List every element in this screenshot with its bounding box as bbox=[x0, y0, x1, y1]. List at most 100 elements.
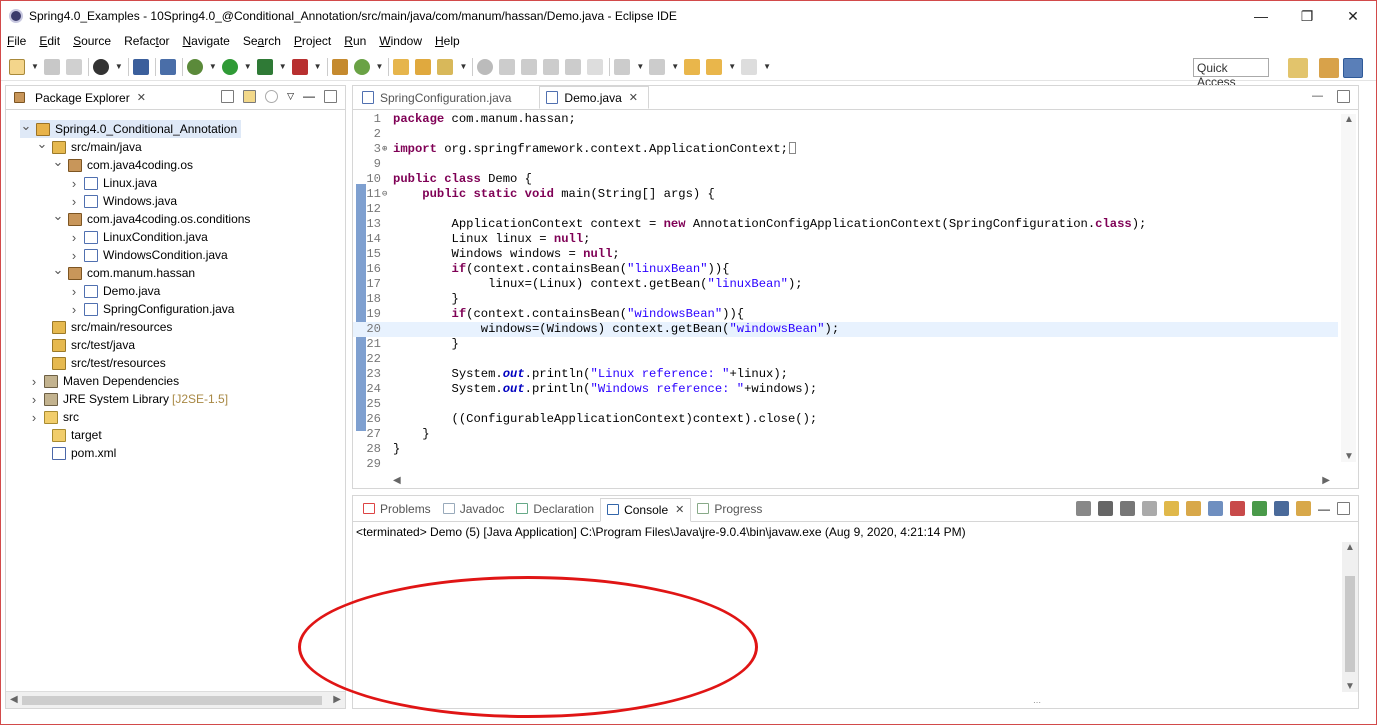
scrollbar-thumb[interactable] bbox=[1345, 576, 1355, 672]
chevron-down-icon[interactable]: ⌄ bbox=[20, 118, 32, 134]
menu-source[interactable]: Source bbox=[73, 34, 111, 48]
minimize-view-icon[interactable]: — bbox=[303, 89, 315, 103]
scroll-left-icon[interactable]: ◀ bbox=[10, 694, 18, 705]
show-console-stderr-icon[interactable] bbox=[1230, 501, 1245, 516]
tree-item[interactable]: › JRE System Library [J2SE-1.5] bbox=[28, 390, 228, 408]
filter-icon[interactable] bbox=[265, 89, 279, 103]
new-class-dropdown-icon[interactable]: ▼ bbox=[376, 62, 384, 71]
open-console-icon[interactable] bbox=[1296, 501, 1311, 516]
chevron-down-icon[interactable]: ⌄ bbox=[52, 154, 64, 170]
code-line[interactable]: 9 bbox=[353, 157, 1338, 172]
tree-item[interactable]: › Maven Dependencies bbox=[28, 372, 179, 390]
code-line[interactable]: 14 Linux linux = null; bbox=[353, 232, 1338, 247]
horizontal-scrollbar[interactable]: ◀ ▶ bbox=[6, 691, 345, 708]
open-task-icon[interactable] bbox=[415, 58, 432, 75]
code-line[interactable]: 23 System.out.println("Linux reference: … bbox=[353, 367, 1338, 382]
scrollbar-thumb[interactable] bbox=[22, 696, 322, 705]
minimize-console-icon[interactable]: — bbox=[1318, 502, 1330, 516]
maximize-console-icon[interactable] bbox=[1337, 502, 1350, 515]
pin-console-icon[interactable] bbox=[1252, 501, 1267, 516]
terminal-dropdown-icon[interactable]: ▼ bbox=[115, 62, 123, 71]
coverage-dropdown-icon[interactable]: ▼ bbox=[279, 62, 287, 71]
code-line[interactable]: 21 } bbox=[353, 337, 1338, 352]
previous-annotation-icon[interactable] bbox=[649, 58, 666, 75]
tree-item[interactable]: › SpringConfiguration.java bbox=[68, 300, 235, 318]
remove-launch-icon[interactable] bbox=[1098, 501, 1113, 516]
console-horizontal-scrollbar[interactable]: ⋯ bbox=[353, 695, 1358, 708]
java-perspective-icon[interactable] bbox=[1343, 58, 1363, 78]
forward-icon[interactable] bbox=[741, 58, 758, 75]
code-line[interactable]: 3 ⊕ import org.springframework.context.App… bbox=[353, 142, 1338, 157]
code-line[interactable]: 28} bbox=[353, 442, 1338, 457]
scroll-up-icon[interactable]: ▲ bbox=[1345, 542, 1355, 553]
code-line[interactable]: 1 package com.manum.hassan; bbox=[353, 112, 1338, 127]
menu-file[interactable]: File bbox=[7, 34, 26, 48]
chevron-right-icon[interactable]: › bbox=[68, 176, 80, 191]
menu-refactor[interactable]: Refactor bbox=[124, 34, 169, 48]
tree-item[interactable]: src/main/resources bbox=[36, 318, 172, 336]
code-line[interactable]: 17 linux=(Linux) context.getBean("linuxB… bbox=[353, 277, 1338, 292]
show-console-stdout-icon[interactable] bbox=[1208, 501, 1223, 516]
paragraph-icon[interactable] bbox=[587, 58, 604, 75]
code-line[interactable]: 26 ((ConfigurableApplicationContext)cont… bbox=[353, 412, 1338, 427]
new-file-icon[interactable] bbox=[9, 58, 25, 75]
debug-dropdown-icon[interactable]: ▼ bbox=[209, 62, 217, 71]
code-line[interactable]: 22 bbox=[353, 352, 1338, 367]
editor-tab[interactable]: Demo.java ✕ bbox=[539, 86, 649, 109]
view-menu-icon[interactable]: ▽ bbox=[287, 91, 294, 102]
code-line[interactable]: 13 ApplicationContext context = new Anno… bbox=[353, 217, 1338, 232]
menu-project[interactable]: Project bbox=[294, 34, 331, 48]
code-line[interactable]: 25 bbox=[353, 397, 1338, 412]
forward-dropdown-icon[interactable]: ▼ bbox=[763, 62, 771, 71]
tab-problems[interactable]: Problems bbox=[357, 497, 437, 521]
expand-fold-icon[interactable]: ⊕ bbox=[382, 142, 391, 157]
code-line[interactable]: 2 bbox=[353, 127, 1338, 142]
minimize-editor-icon[interactable]: — bbox=[1312, 90, 1323, 103]
tree-item[interactable]: › src bbox=[28, 408, 79, 426]
tab-console[interactable]: Console ✕ bbox=[600, 497, 692, 522]
code-area[interactable]: 1 package com.manum.hassan; 2 3 ⊕ import org.… bbox=[353, 112, 1338, 477]
back-icon[interactable] bbox=[706, 58, 723, 75]
tree-item[interactable]: › Windows.java bbox=[68, 192, 177, 210]
code-line[interactable]: 24 System.out.println("Windows reference… bbox=[353, 382, 1338, 397]
tree-item[interactable]: › LinuxCondition.java bbox=[68, 228, 208, 246]
code-line[interactable]: 19 if(context.containsBean("windowsBean"… bbox=[353, 307, 1338, 322]
tree-item[interactable]: ⌄ com.manum.hassan bbox=[52, 262, 196, 282]
tree-item[interactable]: › WindowsCondition.java bbox=[68, 246, 228, 264]
code-line[interactable]: 16 if(context.containsBean("linuxBean"))… bbox=[353, 262, 1338, 277]
last-edit-location-icon[interactable] bbox=[684, 58, 701, 75]
maximize-editor-icon[interactable] bbox=[1337, 90, 1350, 103]
run-dropdown-icon[interactable]: ▼ bbox=[244, 62, 252, 71]
console-icon[interactable] bbox=[132, 58, 149, 75]
scroll-right-icon[interactable]: ▶ bbox=[1322, 475, 1330, 486]
editor-tab[interactable]: SpringConfiguration.java bbox=[356, 86, 521, 109]
open-type-icon[interactable] bbox=[393, 58, 410, 75]
terminate-icon[interactable] bbox=[1076, 501, 1091, 516]
chevron-right-icon[interactable]: › bbox=[68, 284, 80, 299]
chevron-right-icon[interactable]: › bbox=[28, 410, 40, 425]
tree-item[interactable]: src/test/resources bbox=[36, 354, 166, 372]
menu-search[interactable]: Search bbox=[243, 34, 281, 48]
search-icon[interactable] bbox=[437, 58, 454, 75]
next-annotation-icon[interactable] bbox=[614, 58, 631, 75]
scroll-lock-icon[interactable] bbox=[1164, 501, 1179, 516]
tab-progress[interactable]: Progress bbox=[691, 497, 768, 521]
tree-item[interactable]: ⌄ Spring4.0_Conditional_Annotation bbox=[20, 118, 242, 138]
word-wrap-icon[interactable] bbox=[521, 58, 538, 75]
maximize-button[interactable]: ❐ bbox=[1284, 1, 1330, 31]
terminal-icon[interactable] bbox=[92, 58, 109, 75]
skip-breakpoints-icon[interactable] bbox=[159, 58, 176, 75]
open-perspective-icon[interactable] bbox=[1288, 58, 1308, 78]
editor-vertical-scrollbar[interactable]: ▲ ▼ bbox=[1341, 114, 1356, 462]
close-icon[interactable]: ✕ bbox=[675, 503, 684, 516]
tree-item[interactable]: ⌄ com.java4coding.os bbox=[52, 154, 194, 174]
menu-run[interactable]: Run bbox=[344, 34, 366, 48]
chevron-down-icon[interactable]: ⌄ bbox=[52, 208, 64, 224]
save-all-icon[interactable] bbox=[65, 58, 82, 75]
back-dropdown-icon[interactable]: ▼ bbox=[728, 62, 736, 71]
search-dropdown-icon[interactable]: ▼ bbox=[459, 62, 467, 71]
chevron-right-icon[interactable]: › bbox=[28, 392, 40, 407]
code-line[interactable]: 18 } bbox=[353, 292, 1338, 307]
external-tools-icon[interactable] bbox=[291, 58, 308, 75]
code-line[interactable]: 10 public class Demo { bbox=[353, 172, 1338, 187]
